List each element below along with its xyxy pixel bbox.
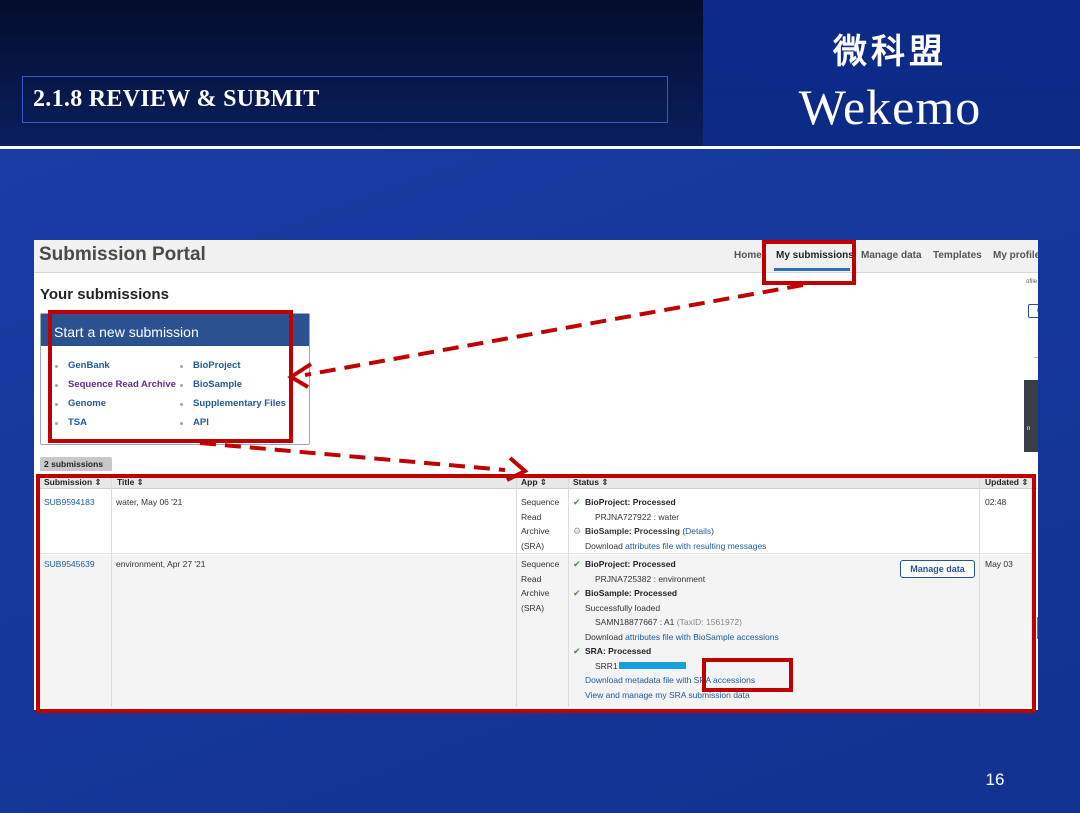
- divider-fragment: [1034, 357, 1038, 358]
- nav-templates[interactable]: Templates: [933, 250, 982, 261]
- submission-count-badge: 2 submissions: [40, 457, 112, 471]
- highlight-my-submissions: [762, 240, 856, 285]
- highlight-sra-accessions: [702, 658, 793, 692]
- nav-manage-data[interactable]: Manage data: [861, 250, 922, 261]
- highlight-submissions-table: [36, 474, 1036, 713]
- profile-fragment: ofile: [1026, 279, 1038, 285]
- section-title-box: 2.1.8 REVIEW & SUBMIT: [22, 76, 668, 123]
- brand-name-english: Wekemo: [798, 79, 982, 135]
- cut-off-button[interactable]: on: [1028, 304, 1038, 318]
- portal-topbar: Submission Portal Home My submissions Ma…: [34, 240, 1038, 273]
- nav-my-profile[interactable]: My profile: [993, 250, 1038, 261]
- brand-name-chinese: 微科盟: [833, 32, 947, 72]
- your-submissions-heading: Your submissions: [40, 286, 169, 303]
- highlight-new-submission: [48, 310, 293, 443]
- nav-home[interactable]: Home: [734, 250, 762, 261]
- portal-title: Submission Portal: [39, 244, 206, 265]
- slide-number: 16: [985, 770, 1005, 789]
- section-title: 2.1.8 REVIEW & SUBMIT: [33, 86, 320, 112]
- header-rule: [0, 146, 1080, 149]
- dark-panel-fragment: n: [1024, 380, 1038, 452]
